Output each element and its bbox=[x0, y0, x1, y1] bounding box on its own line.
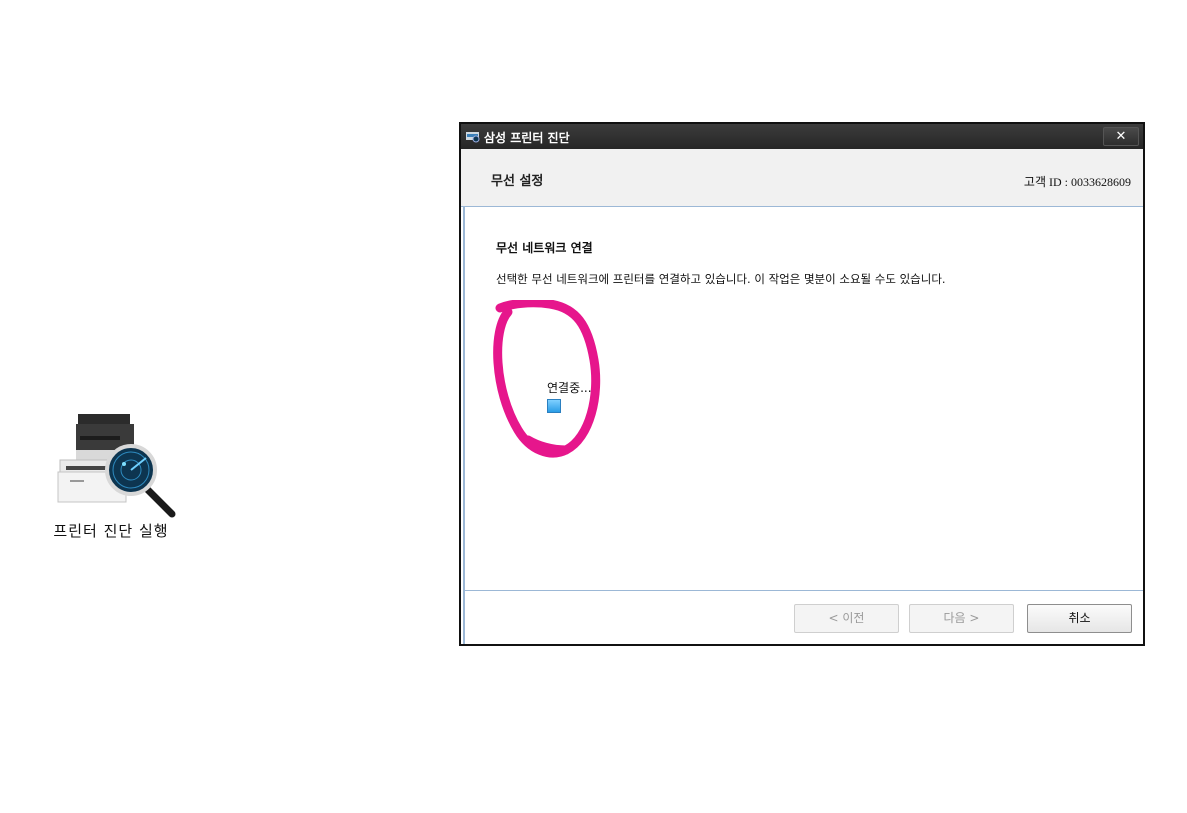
printer-diagnostics-window: 삼성 프린터 진단 ✕ 무선 설정 고객 ID : 0033628609 무선 … bbox=[459, 122, 1145, 646]
window-title: 삼성 프린터 진단 bbox=[484, 131, 570, 145]
next-button[interactable]: 다음 > bbox=[909, 604, 1014, 633]
desktop-shortcut-printer-diagnostics[interactable]: 프린터 진단 실행 bbox=[36, 408, 186, 544]
app-icon bbox=[466, 132, 480, 143]
wizard-header: 무선 설정 고객 ID : 0033628609 bbox=[461, 149, 1143, 207]
close-icon: ✕ bbox=[1115, 129, 1127, 144]
shortcut-label: 프린터 진단 실행 bbox=[53, 522, 169, 540]
customer-id-label: 고객 bbox=[1023, 175, 1046, 189]
wizard-footer: < 이전 다음 > 취소 bbox=[463, 590, 1143, 644]
status-text: 연결중... bbox=[547, 381, 592, 395]
section-title: 무선 네트워크 연결 bbox=[496, 241, 593, 255]
page-title: 무선 설정 bbox=[491, 174, 544, 189]
close-button[interactable]: ✕ bbox=[1103, 127, 1139, 146]
printer-diagnostics-icon bbox=[57, 414, 176, 518]
title-bar[interactable]: 삼성 프린터 진단 ✕ bbox=[461, 124, 1143, 149]
description-text: 선택한 무선 네트워크에 프린터를 연결하고 있습니다. 이 작업은 몇분이 소… bbox=[496, 272, 946, 286]
customer-id: 고객 ID : 0033628609 bbox=[1024, 173, 1131, 190]
previous-button[interactable]: < 이전 bbox=[794, 604, 899, 633]
cancel-button[interactable]: 취소 bbox=[1027, 604, 1132, 633]
wizard-content: 무선 네트워크 연결 선택한 무선 네트워크에 프린터를 연결하고 있습니다. … bbox=[463, 207, 1143, 590]
customer-id-value: ID : 0033628609 bbox=[1049, 175, 1131, 189]
progress-indicator bbox=[547, 399, 561, 413]
